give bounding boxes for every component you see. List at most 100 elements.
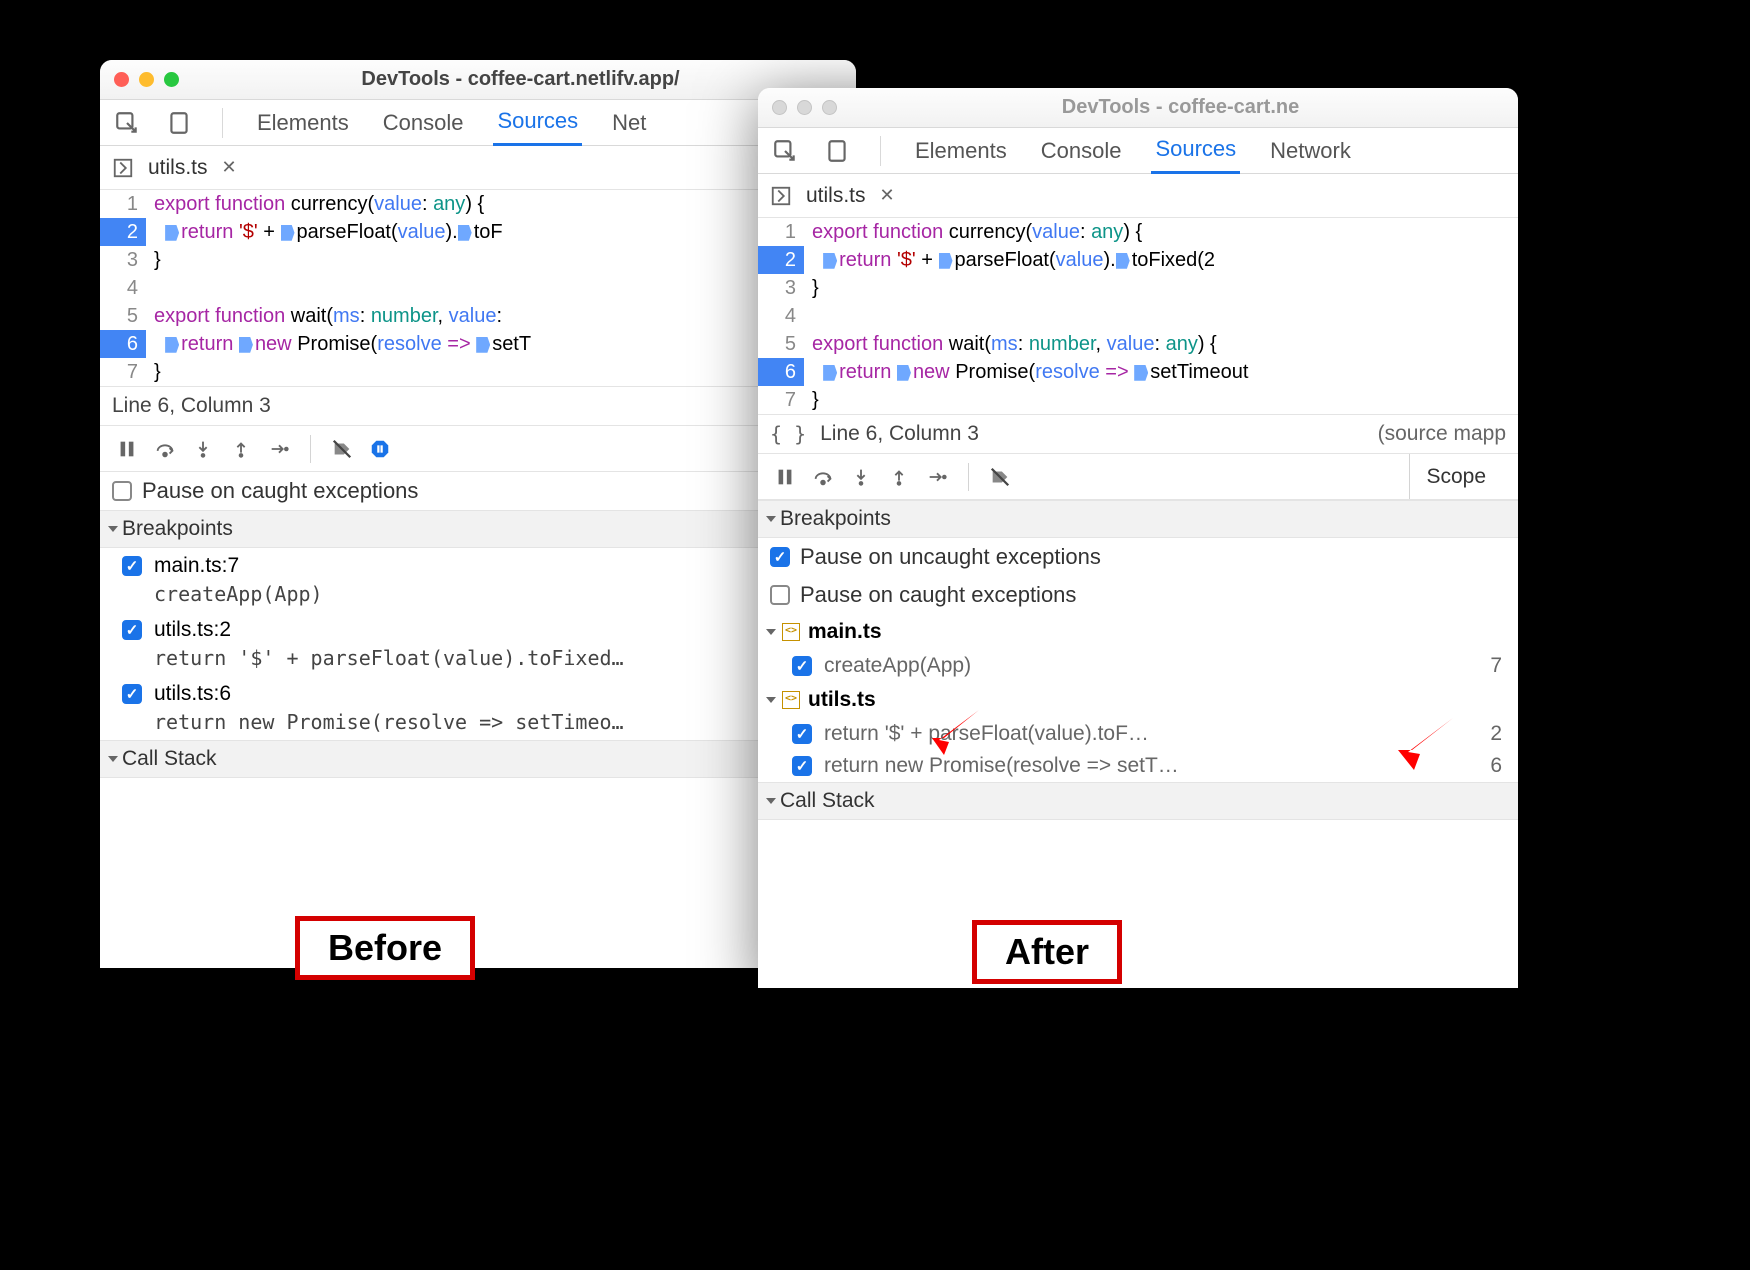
code-text[interactable] bbox=[146, 274, 856, 302]
line-number[interactable]: 5 bbox=[758, 330, 804, 358]
step-out-icon[interactable] bbox=[230, 438, 252, 460]
titlebar[interactable]: DevTools - coffee-cart.netlifv.app/ bbox=[100, 60, 856, 100]
tab-console[interactable]: Console bbox=[379, 101, 468, 145]
code-text[interactable]: } bbox=[804, 386, 1518, 414]
step-into-icon[interactable] bbox=[192, 438, 214, 460]
breakpoint-group[interactable]: main.ts bbox=[758, 614, 1518, 650]
breakpoint-item[interactable]: main.ts:7createApp(App) bbox=[100, 548, 856, 612]
pretty-print-icon[interactable]: { } bbox=[770, 422, 806, 446]
close-icon[interactable]: ✕ bbox=[222, 157, 237, 178]
line-number[interactable]: 6 bbox=[100, 330, 146, 358]
deactivate-breakpoints-icon[interactable] bbox=[989, 466, 1011, 488]
code-text[interactable]: } bbox=[804, 274, 1518, 302]
scope-tab[interactable]: Scope bbox=[1409, 454, 1502, 499]
tab-console[interactable]: Console bbox=[1037, 129, 1126, 173]
code-text[interactable]: return new Promise(resolve => setTimeout bbox=[804, 358, 1518, 386]
code-line[interactable]: 6 return new Promise(resolve => setT bbox=[100, 330, 856, 358]
code-text[interactable]: } bbox=[146, 246, 856, 274]
tab-sources[interactable]: Sources bbox=[493, 99, 582, 146]
code-text[interactable]: export function currency(value: any) { bbox=[804, 218, 1518, 246]
step-into-icon[interactable] bbox=[850, 466, 872, 488]
navigator-icon[interactable] bbox=[770, 185, 792, 207]
titlebar[interactable]: DevTools - coffee-cart.ne bbox=[758, 88, 1518, 128]
minimize-icon[interactable] bbox=[139, 72, 154, 87]
checkbox[interactable] bbox=[792, 756, 812, 776]
code-line[interactable]: 7} bbox=[758, 386, 1518, 414]
tab-elements[interactable]: Elements bbox=[253, 101, 353, 145]
close-icon[interactable] bbox=[772, 100, 787, 115]
pause-on-uncaught-row[interactable]: Pause on uncaught exceptions bbox=[758, 538, 1518, 576]
close-icon[interactable]: ✕ bbox=[880, 185, 895, 206]
code-line[interactable]: 3} bbox=[758, 274, 1518, 302]
callstack-header[interactable]: Call Stack bbox=[758, 782, 1518, 820]
step-icon[interactable] bbox=[926, 466, 948, 488]
navigator-icon[interactable] bbox=[112, 157, 134, 179]
code-text[interactable]: } bbox=[146, 358, 856, 386]
code-line[interactable]: 2 return '$' + parseFloat(value).toFixed… bbox=[758, 246, 1518, 274]
zoom-icon[interactable] bbox=[822, 100, 837, 115]
checkbox[interactable] bbox=[112, 481, 132, 501]
file-tab[interactable]: utils.ts bbox=[806, 184, 866, 208]
breakpoint-item[interactable]: utils.ts:6return new Promise(resolve => … bbox=[100, 676, 856, 740]
line-number[interactable]: 2 bbox=[100, 218, 146, 246]
device-icon[interactable] bbox=[166, 110, 192, 136]
code-text[interactable]: return '$' + parseFloat(value).toFixed(2 bbox=[804, 246, 1518, 274]
pause-on-exceptions-icon[interactable] bbox=[369, 438, 391, 460]
line-number[interactable]: 1 bbox=[758, 218, 804, 246]
tab-sources[interactable]: Sources bbox=[1151, 127, 1240, 174]
code-line[interactable]: 4 bbox=[100, 274, 856, 302]
line-number[interactable]: 5 bbox=[100, 302, 146, 330]
code-line[interactable]: 7} bbox=[100, 358, 856, 386]
tab-elements[interactable]: Elements bbox=[911, 129, 1011, 173]
device-icon[interactable] bbox=[824, 138, 850, 164]
code-line[interactable]: 5export function wait(ms: number, value: bbox=[100, 302, 856, 330]
tab-network[interactable]: Network bbox=[1266, 129, 1355, 173]
line-number[interactable]: 7 bbox=[100, 358, 146, 386]
step-over-icon[interactable] bbox=[812, 466, 834, 488]
code-line[interactable]: 1export function currency(value: any) { bbox=[758, 218, 1518, 246]
code-text[interactable] bbox=[804, 302, 1518, 330]
code-editor[interactable]: 1export function currency(value: any) {2… bbox=[758, 218, 1518, 414]
zoom-icon[interactable] bbox=[164, 72, 179, 87]
step-out-icon[interactable] bbox=[888, 466, 910, 488]
file-tab[interactable]: utils.ts bbox=[148, 156, 208, 180]
line-number[interactable]: 2 bbox=[758, 246, 804, 274]
code-line[interactable]: 1export function currency(value: any) { bbox=[100, 190, 856, 218]
code-line[interactable]: 3} bbox=[100, 246, 856, 274]
code-text[interactable]: return new Promise(resolve => setT bbox=[146, 330, 856, 358]
inspect-icon[interactable] bbox=[114, 110, 140, 136]
checkbox[interactable] bbox=[770, 585, 790, 605]
line-number[interactable]: 3 bbox=[100, 246, 146, 274]
checkbox[interactable] bbox=[792, 724, 812, 744]
pause-icon[interactable] bbox=[116, 438, 138, 460]
code-text[interactable]: return '$' + parseFloat(value).toF bbox=[146, 218, 856, 246]
checkbox[interactable] bbox=[122, 556, 142, 576]
code-text[interactable]: export function wait(ms: number, value: bbox=[146, 302, 856, 330]
line-number[interactable]: 4 bbox=[758, 302, 804, 330]
breakpoints-header[interactable]: Breakpoints bbox=[100, 510, 856, 548]
line-number[interactable]: 4 bbox=[100, 274, 146, 302]
code-line[interactable]: 4 bbox=[758, 302, 1518, 330]
callstack-header[interactable]: Call Stack bbox=[100, 740, 856, 778]
pause-on-caught-row[interactable]: Pause on caught exceptions bbox=[758, 576, 1518, 614]
step-icon[interactable] bbox=[268, 438, 290, 460]
breakpoint-item[interactable]: utils.ts:2return '$' + parseFloat(value)… bbox=[100, 612, 856, 676]
code-line[interactable]: 6 return new Promise(resolve => setTimeo… bbox=[758, 358, 1518, 386]
line-number[interactable]: 3 bbox=[758, 274, 804, 302]
code-line[interactable]: 2 return '$' + parseFloat(value).toF bbox=[100, 218, 856, 246]
checkbox[interactable] bbox=[122, 684, 142, 704]
checkbox[interactable] bbox=[122, 620, 142, 640]
checkbox[interactable] bbox=[770, 547, 790, 567]
line-number[interactable]: 6 bbox=[758, 358, 804, 386]
minimize-icon[interactable] bbox=[797, 100, 812, 115]
inspect-icon[interactable] bbox=[772, 138, 798, 164]
tab-network[interactable]: Net bbox=[608, 101, 650, 145]
breakpoints-header[interactable]: Breakpoints bbox=[758, 500, 1518, 538]
code-editor[interactable]: 1export function currency(value: any) {2… bbox=[100, 190, 856, 386]
pause-on-caught-row[interactable]: Pause on caught exceptions bbox=[100, 472, 856, 510]
deactivate-breakpoints-icon[interactable] bbox=[331, 438, 353, 460]
code-line[interactable]: 5export function wait(ms: number, value:… bbox=[758, 330, 1518, 358]
step-over-icon[interactable] bbox=[154, 438, 176, 460]
line-number[interactable]: 1 bbox=[100, 190, 146, 218]
checkbox[interactable] bbox=[792, 656, 812, 676]
